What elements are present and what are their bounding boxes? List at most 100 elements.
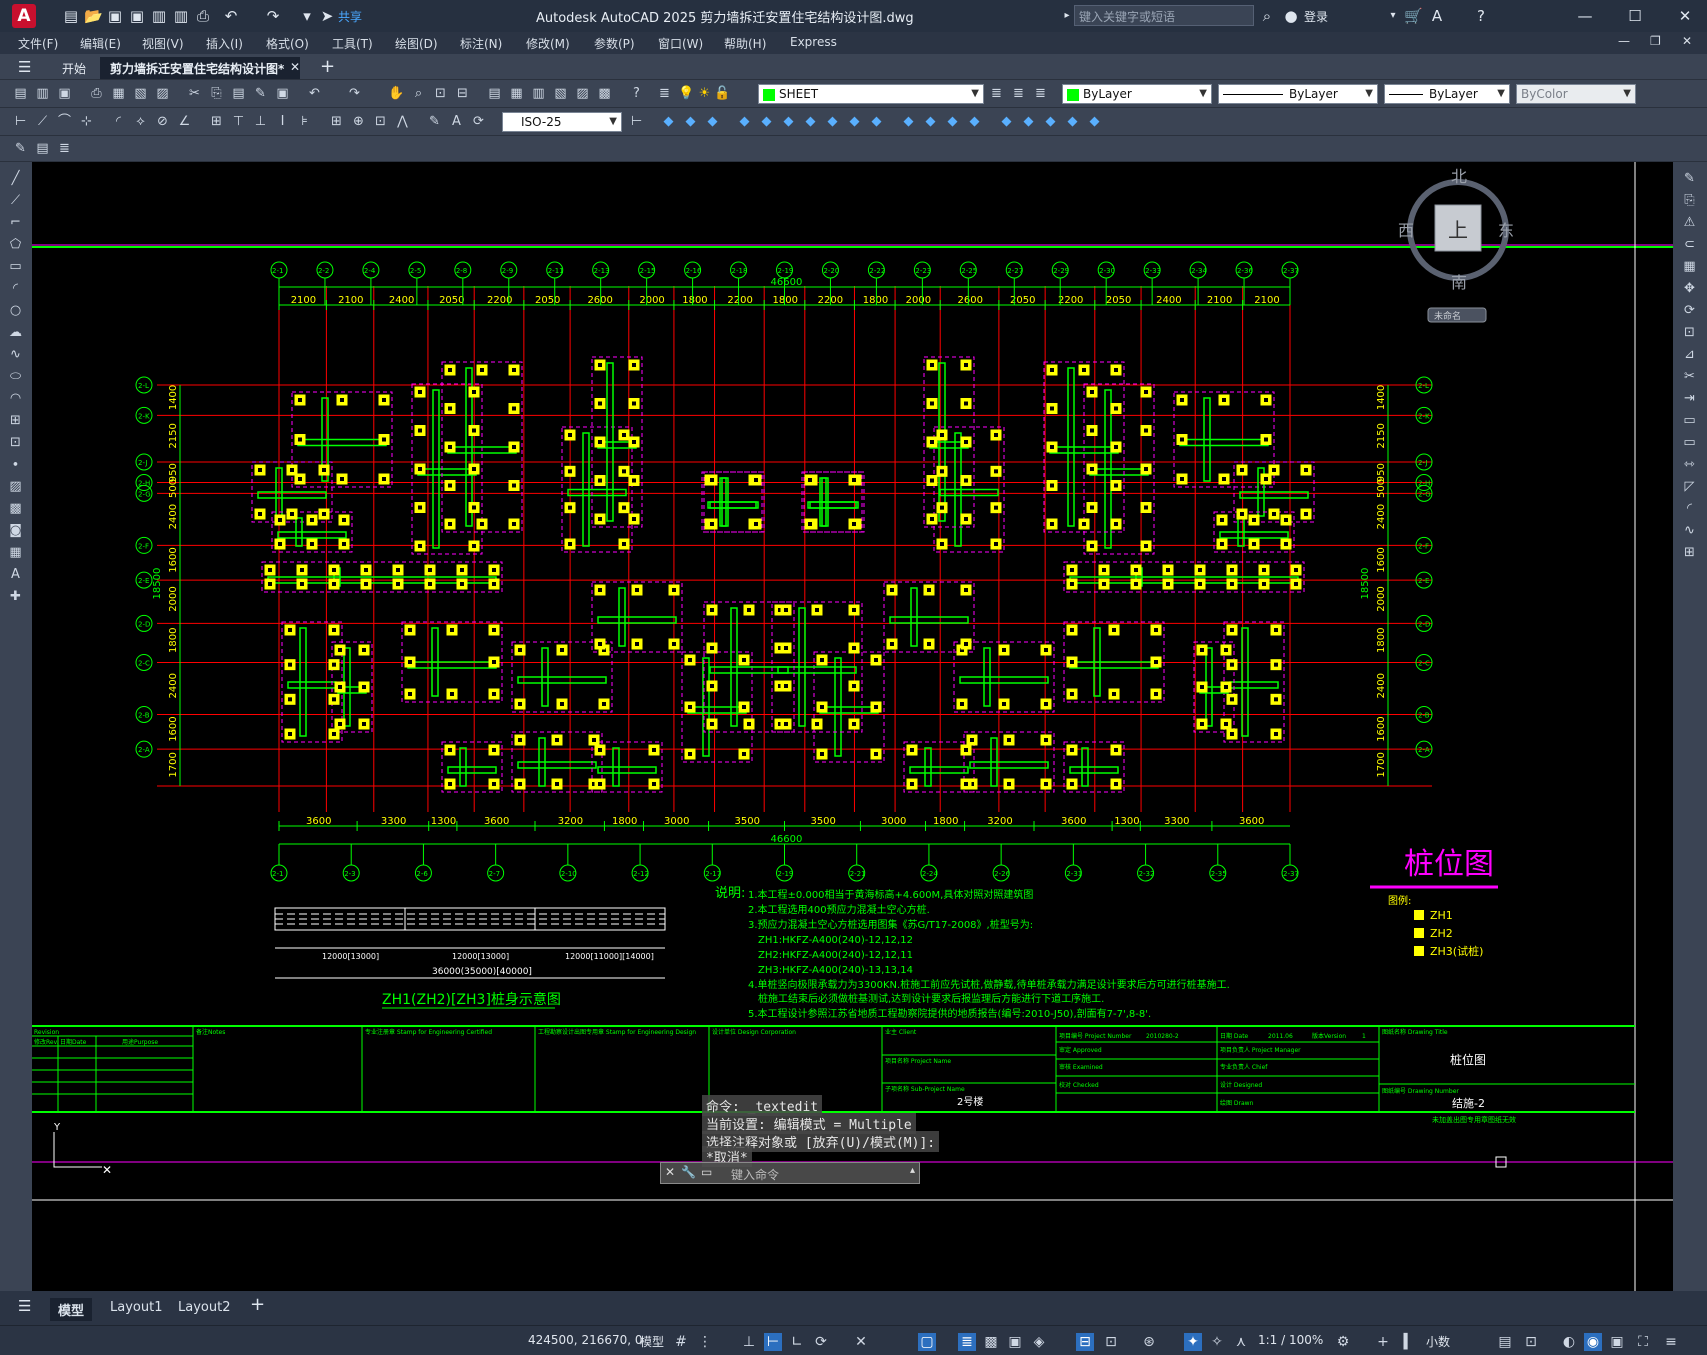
close-icon[interactable]: ✕: [1676, 7, 1694, 25]
annotation-monitor-icon[interactable]: +: [1374, 1333, 1392, 1351]
trim-icon[interactable]: ✂: [1681, 368, 1698, 385]
preview-icon[interactable]: ▦: [110, 85, 127, 102]
clean-screen-icon[interactable]: ▣: [1608, 1333, 1626, 1351]
doc-close-icon[interactable]: ✕: [1682, 34, 1692, 48]
viewcube-south[interactable]: 南: [1451, 273, 1467, 292]
layer-previous-icon[interactable]: ≣: [1010, 85, 1027, 102]
dim-break-icon[interactable]: ⊧: [296, 113, 313, 130]
layer-on-icon[interactable]: 💡: [678, 85, 695, 102]
help-icon[interactable]: ?: [1472, 7, 1490, 25]
menu-insert[interactable]: 插入(I): [206, 35, 243, 52]
menu-draw[interactable]: 绘图(D): [395, 35, 438, 52]
view-nw-iso-icon[interactable]: ◆: [868, 113, 885, 130]
stretch-icon[interactable]: ⊿: [1681, 346, 1698, 363]
aligned-dim-icon[interactable]: ⟋: [34, 113, 51, 130]
ucs-previous-icon[interactable]: ◆: [1042, 113, 1059, 130]
ucs-world-icon[interactable]: ◆: [1020, 113, 1037, 130]
menu-parametric[interactable]: 参数(P): [594, 35, 635, 52]
revcloud-icon[interactable]: ☁: [7, 324, 24, 341]
zoom-window-icon[interactable]: ⊡: [432, 85, 449, 102]
command-expand-icon[interactable]: ▴: [910, 1165, 915, 1176]
inspection-icon[interactable]: ⊡: [372, 113, 389, 130]
gradient-icon[interactable]: ▩: [7, 500, 24, 517]
command-recent-icon[interactable]: ▭: [701, 1165, 712, 1179]
autodesk-app-icon[interactable]: A: [1428, 7, 1446, 25]
isodraft-icon[interactable]: ✕: [852, 1333, 870, 1351]
spline-icon[interactable]: ∿: [7, 346, 24, 363]
save-icon[interactable]: ▣: [106, 7, 124, 25]
grid-icon[interactable]: #: [672, 1333, 690, 1351]
visual-style-realistic-icon[interactable]: ◆: [944, 113, 961, 130]
undo-icon[interactable]: ↶: [222, 7, 240, 25]
blend-icon[interactable]: ∿: [1681, 522, 1698, 539]
center-mark-icon[interactable]: ⊕: [350, 113, 367, 130]
layout-menu-icon[interactable]: ☰: [18, 1297, 31, 1315]
save-as-icon[interactable]: ▣: [128, 7, 146, 25]
move-icon[interactable]: ✥: [1681, 280, 1698, 297]
selection-cycling-icon[interactable]: ▣: [1006, 1333, 1024, 1351]
lock-ui-icon[interactable]: ⊡: [1522, 1333, 1540, 1351]
command-customize-icon[interactable]: 🔧: [681, 1165, 696, 1179]
dim-edit-icon[interactable]: ✎: [426, 113, 443, 130]
view-front-icon[interactable]: ◆: [758, 113, 775, 130]
infer-constraints-icon[interactable]: ⊥: [740, 1333, 758, 1351]
mirror-icon[interactable]: ⚠: [1681, 214, 1698, 231]
qnew-icon[interactable]: ▤: [12, 85, 29, 102]
menu-dimension[interactable]: 标注(N): [460, 35, 502, 52]
model-space-button[interactable]: 模型: [640, 1333, 664, 1350]
calculator-icon[interactable]: ▩: [596, 85, 613, 102]
web-open-icon[interactable]: ▥: [150, 7, 168, 25]
units-dropdown[interactable]: 小数: [1426, 1333, 1450, 1350]
lineweight-icon[interactable]: ≣: [958, 1333, 976, 1351]
tab-model[interactable]: 模型: [50, 1298, 93, 1321]
coordinate-readout[interactable]: 424500, 216670, 0: [528, 1333, 643, 1347]
table-icon[interactable]: ▤: [34, 140, 51, 157]
dim-space-icon[interactable]: I: [274, 113, 291, 130]
ortho-icon[interactable]: ∟: [788, 1333, 806, 1351]
snap-icon[interactable]: ⋮: [696, 1333, 714, 1351]
design-center-icon[interactable]: ▦: [508, 85, 525, 102]
arc-icon[interactable]: ◜: [7, 280, 24, 297]
dim-update-icon[interactable]: ⟳: [470, 113, 487, 130]
arc-length-icon[interactable]: ⌒: [56, 113, 73, 130]
pdf-icon[interactable]: ▨: [154, 85, 171, 102]
viewcube-west[interactable]: 西: [1398, 221, 1414, 240]
share-button[interactable]: 共享: [338, 8, 362, 25]
annotation-visibility-icon[interactable]: ✦: [1184, 1333, 1202, 1351]
redo-icon[interactable]: ↷: [346, 85, 363, 102]
point-icon[interactable]: ∙: [7, 456, 24, 473]
doc-restore-icon[interactable]: ❐: [1650, 34, 1661, 48]
object-snap-icon[interactable]: ▢: [918, 1333, 936, 1351]
linetype-dropdown[interactable]: ByLayer ▼: [1218, 84, 1378, 104]
line-icon[interactable]: ╱: [7, 170, 24, 187]
viewcube-north[interactable]: 北: [1451, 167, 1467, 186]
command-close-icon[interactable]: ✕: [665, 1165, 675, 1179]
user-icon[interactable]: ●: [1282, 7, 1300, 25]
plotstyle-dropdown[interactable]: ByColor ▼: [1516, 84, 1636, 104]
make-current-layer-icon[interactable]: ≣: [988, 85, 1005, 102]
menu-tools[interactable]: 工具(T): [332, 35, 373, 52]
rectangle-icon[interactable]: ▭: [7, 258, 24, 275]
cut-icon[interactable]: ✂: [186, 85, 203, 102]
dynamic-input-icon[interactable]: ⊢: [764, 1333, 782, 1351]
open-file-icon[interactable]: 📂: [84, 7, 103, 25]
redo-icon[interactable]: ↷: [264, 7, 282, 25]
units-icon[interactable]: ▍: [1400, 1333, 1418, 1351]
tab-start[interactable]: 开始: [52, 57, 96, 79]
search-icon[interactable]: ⌕: [1258, 7, 1276, 25]
polar-tracking-icon[interactable]: ⟳: [812, 1333, 830, 1351]
construction-line-icon[interactable]: ⟋: [7, 192, 24, 209]
doc-minimize-icon[interactable]: —: [1618, 34, 1630, 48]
menu-file[interactable]: 文件(F): [18, 35, 58, 52]
view-left-icon[interactable]: ◆: [704, 113, 721, 130]
break-at-point-icon[interactable]: ▭: [1681, 412, 1698, 429]
help-search-input[interactable]: 键入关键字或短语: [1074, 5, 1254, 26]
ucs-icon[interactable]: ◆: [998, 113, 1015, 130]
new-file-icon[interactable]: ▤: [62, 7, 80, 25]
angular-dim-icon[interactable]: ∠: [176, 113, 193, 130]
menu-view[interactable]: 视图(V): [142, 35, 184, 52]
baseline-dim-icon[interactable]: ⊤: [230, 113, 247, 130]
view-top-icon[interactable]: ◆: [660, 113, 677, 130]
sheet-set-icon[interactable]: ▧: [552, 85, 569, 102]
chamfer-icon[interactable]: ◸: [1681, 478, 1698, 495]
